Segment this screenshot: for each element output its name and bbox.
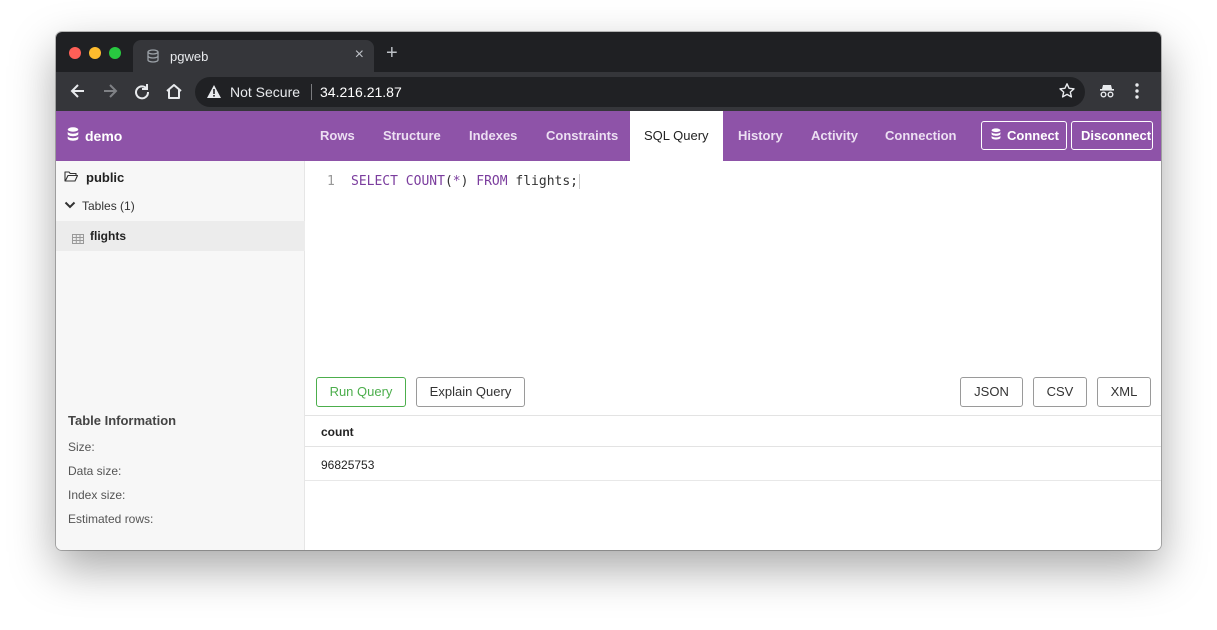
data-size-label: Data size: <box>68 464 122 478</box>
size-label: Size: <box>68 440 95 454</box>
incognito-icon[interactable] <box>1099 82 1115 105</box>
tab-structure[interactable]: Structure <box>369 111 455 161</box>
export-json-button[interactable]: JSON <box>960 377 1023 407</box>
sql-code[interactable]: SELECT COUNT(*) FROM flights; <box>351 174 581 189</box>
schema-item[interactable]: public <box>64 170 124 185</box>
tab-title: pgweb <box>170 49 209 64</box>
estimated-rows-label: Estimated rows: <box>68 512 154 526</box>
brand[interactable]: demo <box>67 127 122 144</box>
keyword-count: COUNT <box>405 174 445 189</box>
back-arrow-icon[interactable] <box>68 81 88 101</box>
database-icon <box>67 127 85 144</box>
url-text[interactable]: 34.216.21.87 <box>320 84 402 100</box>
text-cursor <box>579 174 581 189</box>
database-icon <box>991 121 1007 150</box>
index-size-label: Index size: <box>68 488 126 502</box>
address-bar[interactable]: Not Secure 34.216.21.87 <box>195 77 1085 107</box>
browser-toolbar: Not Secure 34.216.21.87 <box>56 72 1161 111</box>
folder-open-icon <box>64 170 86 185</box>
warning-icon[interactable] <box>206 84 222 104</box>
address-divider <box>311 84 312 100</box>
minimize-window-button[interactable] <box>89 47 101 59</box>
star-token: * <box>452 174 461 189</box>
table-information-panel: Table Information Size: Data size: Index… <box>68 413 298 536</box>
table-token: flights; <box>515 174 579 189</box>
reload-icon[interactable] <box>132 81 152 101</box>
main-content: 1 SELECT COUNT(*) FROM flights; Run Quer… <box>305 161 1161 550</box>
table-item-label: flights <box>90 229 126 243</box>
top-navbar: demo Rows Structure Indexes Constraints … <box>56 111 1161 161</box>
maximize-window-button[interactable] <box>109 47 121 59</box>
disconnect-button[interactable]: Disconnect <box>1071 121 1153 150</box>
tab-constraints[interactable]: Constraints <box>532 111 632 161</box>
sql-editor[interactable]: 1 SELECT COUNT(*) FROM flights; <box>305 161 1161 366</box>
table-item-flights[interactable]: flights <box>56 221 305 251</box>
export-csv-button[interactable]: CSV <box>1033 377 1087 407</box>
open-paren: ( <box>444 174 453 189</box>
pgweb-app: demo Rows Structure Indexes Constraints … <box>56 111 1161 550</box>
close-window-button[interactable] <box>69 47 81 59</box>
column-header-count[interactable]: count <box>305 415 1161 447</box>
results-table: count 96825753 <box>305 415 1161 481</box>
chevron-down-icon <box>64 199 82 213</box>
tab-strip: pgweb × + <box>56 32 1161 72</box>
explain-query-button[interactable]: Explain Query <box>416 377 525 407</box>
new-tab-button[interactable]: + <box>386 43 398 63</box>
keyword-select: SELECT <box>351 174 398 189</box>
browser-tab[interactable]: pgweb × <box>133 40 374 72</box>
disconnect-label: Disconnect <box>1081 128 1152 143</box>
keyword-from: FROM <box>476 174 508 189</box>
bookmark-star-icon[interactable] <box>1058 82 1076 105</box>
tables-group-label: Tables (1) <box>82 199 135 213</box>
line-number: 1 <box>327 174 335 189</box>
sidebar: public Tables (1) flights Table Informat… <box>56 161 305 550</box>
browser-window: pgweb × + Not Secure 34.216.21.87 demo R… <box>56 32 1161 550</box>
tab-rows[interactable]: Rows <box>306 111 369 161</box>
more-options-icon[interactable] <box>1134 82 1140 105</box>
tab-history[interactable]: History <box>724 111 797 161</box>
tab-indexes[interactable]: Indexes <box>455 111 531 161</box>
tables-group[interactable]: Tables (1) <box>64 199 135 213</box>
tab-connection[interactable]: Connection <box>871 111 971 161</box>
table-cell-count[interactable]: 96825753 <box>305 447 1161 481</box>
run-query-button[interactable]: Run Query <box>316 377 406 407</box>
brand-label: demo <box>85 127 123 144</box>
home-icon[interactable] <box>164 81 184 101</box>
tab-sql-query[interactable]: SQL Query <box>630 111 723 161</box>
export-xml-button[interactable]: XML <box>1097 377 1151 407</box>
security-label[interactable]: Not Secure <box>230 84 300 100</box>
database-favicon-icon <box>146 49 160 68</box>
table-information-heading: Table Information <box>68 413 177 428</box>
tab-activity[interactable]: Activity <box>797 111 872 161</box>
close-paren: ) <box>460 174 469 189</box>
connect-button[interactable]: Connect <box>981 121 1067 150</box>
connect-label: Connect <box>1007 128 1059 143</box>
schema-label: public <box>86 170 125 185</box>
forward-arrow-icon[interactable] <box>100 81 120 101</box>
table-grid-icon <box>72 231 84 249</box>
tab-close-icon[interactable]: × <box>355 46 364 64</box>
